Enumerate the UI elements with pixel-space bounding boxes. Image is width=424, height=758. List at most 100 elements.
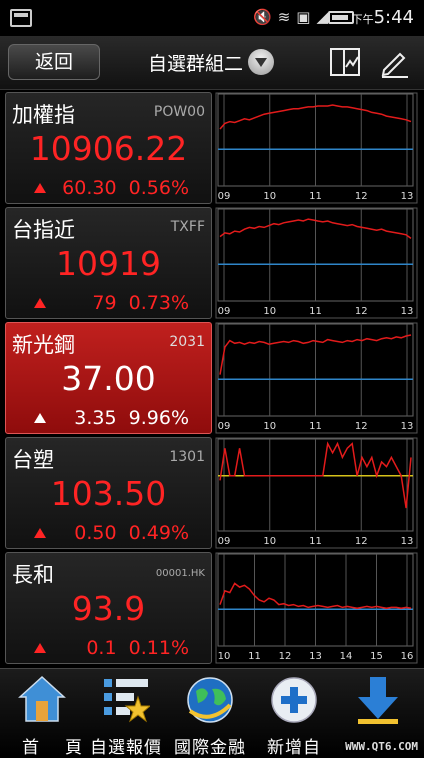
x-tick-label: 09 xyxy=(218,191,231,202)
intraday-chart[interactable]: 09 10 11 12 13 xyxy=(215,322,418,434)
x-tick-label: 09 xyxy=(218,421,231,432)
intl-finance-label: 國際金融 xyxy=(174,738,246,758)
intraday-chart[interactable]: 10 11 12 13 14 15 16 xyxy=(215,552,418,664)
stock-price: 10919 xyxy=(56,244,161,283)
stock-code: 2031 xyxy=(169,334,205,350)
intraday-chart[interactable]: 09 10 11 12 13 xyxy=(215,437,418,549)
wifi-icon: ≋ xyxy=(277,8,297,26)
x-tick-label: 10 xyxy=(218,651,231,662)
stock-row[interactable]: 長和 00001.HK 93.9 0.1 0.11% 10 11 12 13 14 15 16 xyxy=(5,552,418,664)
change-row: 60.30 0.56% xyxy=(6,177,211,199)
stock-price: 93.9 xyxy=(71,589,146,628)
percent-change: 0.11% xyxy=(128,637,189,659)
x-tick-label: 10 xyxy=(263,191,276,202)
stock-row[interactable]: 台指近 TXFF 10919 79 0.73% 09 10 11 12 13 xyxy=(5,207,418,319)
x-tick-label: 13 xyxy=(401,421,414,432)
stock-name: 台塑 xyxy=(12,448,54,472)
clock: 下午5:44 xyxy=(351,7,414,28)
x-tick-label: 11 xyxy=(248,651,261,662)
status-icons: 🔇≋▣◢ xyxy=(253,8,334,26)
price-change: 3.35 xyxy=(74,407,117,429)
x-tick-label: 09 xyxy=(218,306,231,317)
x-tick-label: 14 xyxy=(340,651,353,662)
top-bar: 返回 自選群組二 xyxy=(0,36,424,90)
stock-card[interactable]: 新光鋼 2031 37.00 3.35 9.96% xyxy=(5,322,212,434)
stock-card[interactable]: 台塑 1301 103.50 0.50 0.49% xyxy=(5,437,212,549)
intraday-chart[interactable]: 09 10 11 12 13 xyxy=(215,207,418,319)
change-values: 3.35 9.96% xyxy=(74,407,189,429)
back-button[interactable]: 返回 xyxy=(8,44,100,80)
x-tick-label: 13 xyxy=(401,536,414,547)
group-dropdown-icon[interactable] xyxy=(248,49,274,75)
x-tick-label: 16 xyxy=(401,651,414,662)
status-bar: 🔇≋▣◢ 下午5:44 xyxy=(0,0,424,36)
percent-change: 9.96% xyxy=(128,407,189,429)
stock-card[interactable]: 長和 00001.HK 93.9 0.1 0.11% xyxy=(5,552,212,664)
home-icon xyxy=(18,675,66,722)
percent-change: 0.73% xyxy=(128,292,189,314)
percent-change: 0.49% xyxy=(128,522,189,544)
x-tick-label: 11 xyxy=(309,421,322,432)
percent-change: 0.56% xyxy=(128,177,189,199)
watchlist-star-icon xyxy=(104,679,150,723)
intraday-chart[interactable]: 09 10 11 12 13 xyxy=(215,92,418,204)
x-tick-label: 12 xyxy=(355,536,368,547)
stock-code: TXFF xyxy=(170,219,205,235)
stock-row[interactable]: 新光鋼 2031 37.00 3.35 9.96% 09 10 11 12 13 xyxy=(5,322,418,434)
add-label: 新增自 xyxy=(267,738,321,758)
stock-price: 10906.22 xyxy=(29,129,188,168)
stock-name: 加權指 xyxy=(12,103,75,127)
x-tick-label: 12 xyxy=(355,421,368,432)
stock-code: 00001.HK xyxy=(155,568,205,579)
stock-name: 新光鋼 xyxy=(12,333,75,357)
stock-price: 37.00 xyxy=(61,359,156,398)
x-tick-label: 13 xyxy=(401,306,414,317)
up-arrow-icon xyxy=(34,183,46,193)
watermark: WWW.QT6.COM xyxy=(343,740,420,753)
change-row: 79 0.73% xyxy=(6,292,211,314)
battery-icon xyxy=(328,11,354,24)
price-change: 79 xyxy=(92,292,117,314)
stock-card[interactable]: 台指近 TXFF 10919 79 0.73% xyxy=(5,207,212,319)
stock-row[interactable]: 台塑 1301 103.50 0.50 0.49% 09 10 11 12 13 xyxy=(5,437,418,549)
download-icon xyxy=(358,677,398,724)
x-tick-label: 09 xyxy=(218,536,231,547)
x-tick-label: 12 xyxy=(355,191,368,202)
chart-view-icon[interactable] xyxy=(330,48,360,76)
x-tick-label: 11 xyxy=(309,306,322,317)
add-icon xyxy=(271,677,317,723)
x-tick-label: 10 xyxy=(263,306,276,317)
change-row: 0.50 0.49% xyxy=(6,522,211,544)
change-row: 3.35 9.96% xyxy=(6,407,211,429)
x-tick-label: 13 xyxy=(309,651,322,662)
x-tick-label: 10 xyxy=(263,421,276,432)
x-tick-label: 15 xyxy=(370,651,383,662)
change-row: 0.1 0.11% xyxy=(6,637,211,659)
x-tick-label: 12 xyxy=(279,651,292,662)
price-change: 0.50 xyxy=(74,522,117,544)
sim-icon: ▣ xyxy=(296,8,317,26)
change-values: 60.30 0.56% xyxy=(62,177,189,199)
stock-code: 1301 xyxy=(169,449,205,465)
stock-name: 長和 xyxy=(12,563,54,587)
group-title[interactable]: 自選群組二 xyxy=(148,49,243,76)
add-tab[interactable]: 新增自 xyxy=(252,669,336,758)
edit-icon[interactable] xyxy=(378,48,410,78)
stock-row[interactable]: 加權指 POW00 10906.22 60.30 0.56% 09 10 11 12 13 xyxy=(5,92,418,204)
x-tick-label: 11 xyxy=(309,191,322,202)
intl-finance-tab[interactable]: 國際金融 xyxy=(168,669,252,758)
up-arrow-icon xyxy=(34,643,46,653)
home-tab[interactable]: 首頁 xyxy=(0,669,84,758)
watchlist-tab[interactable]: 自選報價 xyxy=(84,669,168,758)
mute-icon: 🔇 xyxy=(253,8,278,26)
up-arrow-icon xyxy=(34,528,46,538)
change-values: 0.50 0.49% xyxy=(74,522,189,544)
up-arrow-icon xyxy=(34,298,46,308)
change-values: 79 0.73% xyxy=(92,292,189,314)
screenshot-icon xyxy=(10,9,32,27)
stock-card[interactable]: 加權指 POW00 10906.22 60.30 0.56% xyxy=(5,92,212,204)
x-tick-label: 11 xyxy=(309,536,322,547)
watchlist-label: 自選報價 xyxy=(90,738,162,758)
stock-name: 台指近 xyxy=(12,218,75,242)
x-tick-label: 12 xyxy=(355,306,368,317)
